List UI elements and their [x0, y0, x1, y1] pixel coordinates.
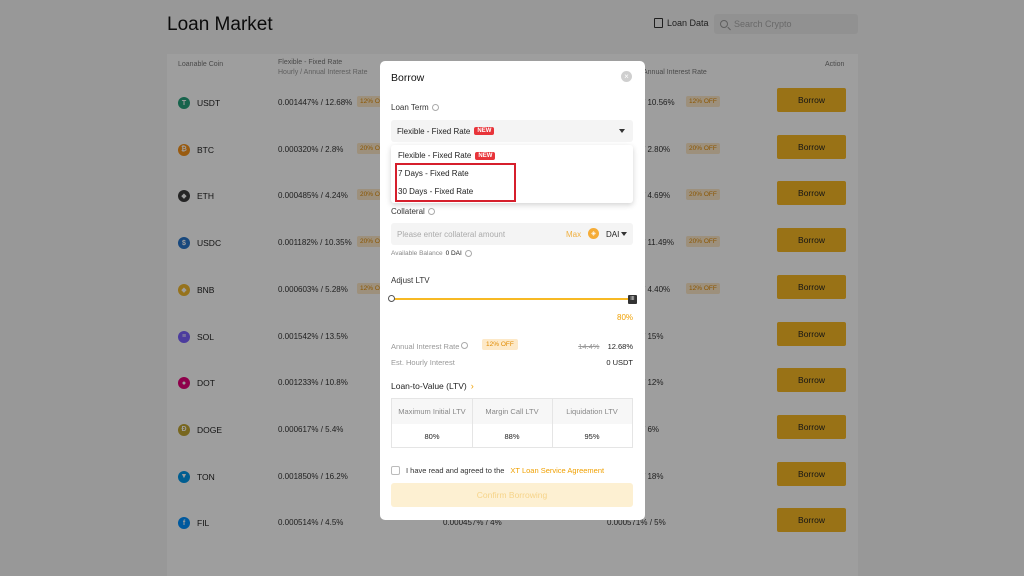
ltv-value-margin: 88% — [504, 432, 520, 441]
loan-term-select[interactable]: Flexible - Fixed Rate NEW — [391, 120, 633, 142]
info-icon[interactable] — [427, 208, 435, 215]
option-flexible[interactable]: Flexible - Fixed Rate NEW — [398, 151, 496, 160]
highlight-box — [395, 163, 516, 202]
new-badge: NEW — [474, 127, 495, 135]
ltv-value-max: 80% — [424, 432, 440, 441]
ltv-table: Maximum Initial LTV Margin Call LTV Liqu… — [391, 398, 633, 448]
ltv-section-title[interactable]: Loan-to-Value (LTV) › — [391, 381, 474, 391]
option-new-badge: NEW — [475, 151, 496, 160]
divider — [472, 399, 473, 447]
ltv-value-liquidation: 95% — [584, 432, 600, 441]
collateral-placeholder: Please enter collateral amount — [397, 229, 506, 239]
loan-term-text: Loan Term — [391, 103, 429, 112]
collateral-input[interactable]: Please enter collateral amount Max ◈ DAI — [391, 223, 633, 245]
agree-checkbox[interactable] — [391, 466, 400, 475]
collateral-text: Collateral — [391, 207, 425, 216]
agreement-link[interactable]: XT Loan Service Agreement — [510, 466, 604, 475]
loan-term-label: Loan Term — [391, 103, 439, 112]
info-icon[interactable] — [464, 250, 472, 257]
available-balance: Available Balance 0 DAI — [391, 250, 472, 257]
hourly-row: Est. Hourly Interest 0 USDT — [391, 358, 633, 367]
adjust-ltv-label: Adjust LTV — [391, 276, 430, 285]
borrow-modal: Borrow × Loan Term Flexible - Fixed Rate… — [380, 61, 645, 520]
max-button[interactable]: Max — [566, 230, 581, 239]
ltv-value: 80% — [617, 313, 634, 322]
collateral-label: Collateral — [391, 207, 435, 216]
selected-term: Flexible - Fixed Rate — [397, 126, 471, 136]
ltv-header-margin: Margin Call LTV — [485, 407, 539, 416]
available-label: Available Balance — [391, 250, 443, 257]
divider — [552, 399, 553, 447]
ltv-section-text: Loan-to-Value (LTV) — [391, 381, 467, 391]
info-icon[interactable] — [431, 104, 439, 111]
annual-old-rate: 14.4% — [578, 342, 600, 351]
annual-off-badge: 12% OFF — [482, 339, 518, 350]
slider-handle[interactable]: III — [628, 295, 637, 304]
chevron-down-icon — [619, 129, 625, 133]
ltv-slider-track[interactable] — [391, 298, 633, 300]
agreement-row: I have read and agreed to the XT Loan Se… — [391, 466, 604, 475]
modal-title: Borrow — [391, 72, 425, 84]
annual-new-rate: 12.68% — [607, 342, 633, 351]
option-flexible-label: Flexible - Fixed Rate — [398, 151, 472, 160]
annual-rate-row: Annual Interest Rate 12% OFF 14.4% 12.68… — [391, 339, 633, 351]
ltv-header-liquidation: Liquidation LTV — [566, 407, 618, 416]
slider-start-dot — [388, 295, 395, 302]
available-value: 0 DAI — [445, 250, 462, 257]
hourly-label: Est. Hourly Interest — [391, 358, 455, 367]
close-icon[interactable]: × — [621, 71, 632, 82]
chevron-down-icon[interactable] — [621, 232, 627, 236]
annual-rate-label: Annual Interest Rate — [391, 342, 460, 351]
ltv-header-max: Maximum Initial LTV — [398, 407, 466, 416]
collateral-coin[interactable]: DAI — [606, 230, 619, 239]
loan-term-dropdown: Flexible - Fixed Rate NEW 7 Days - Fixed… — [391, 145, 633, 203]
dai-coin-icon: ◈ — [588, 228, 599, 239]
info-icon[interactable] — [461, 342, 469, 349]
hourly-value: 0 USDT — [606, 358, 633, 367]
chevron-right-icon: › — [470, 381, 474, 391]
confirm-borrowing-button[interactable]: Confirm Borrowing — [391, 483, 633, 507]
annual-rate-values: 14.4% 12.68% — [578, 342, 633, 351]
agree-text: I have read and agreed to the — [406, 466, 505, 475]
